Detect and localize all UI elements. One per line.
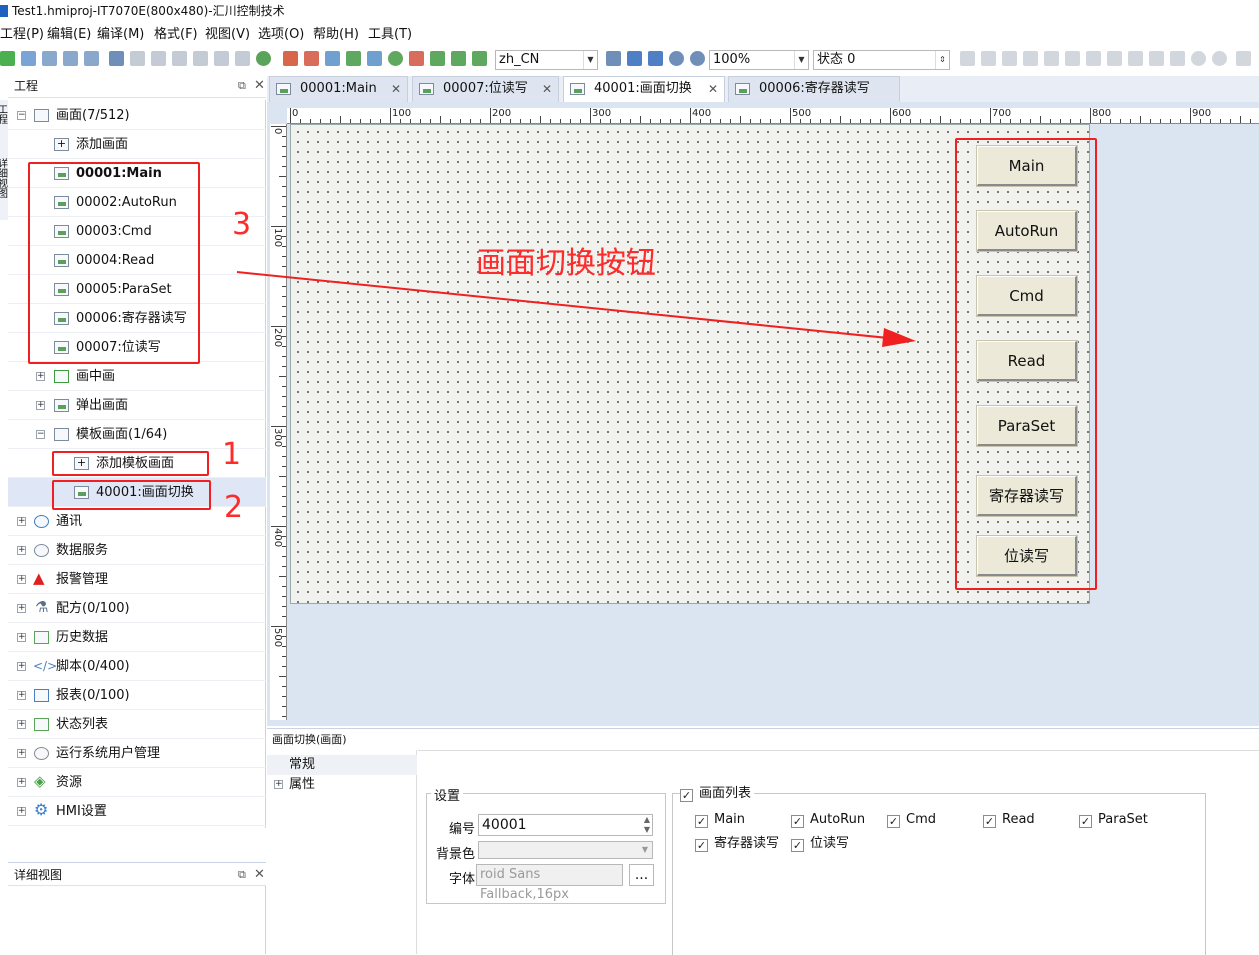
- screen-check-label: 位读写: [810, 836, 850, 851]
- settings-group-title: 设置: [431, 785, 464, 804]
- properties-body: 设置 编号 40001 ▲ ▼ 背景色 ▼ 字体 roid Sans Fallba…: [418, 750, 1259, 955]
- nav-label: 常规: [289, 757, 316, 772]
- checkbox-checked-icon[interactable]: ✓: [791, 839, 804, 852]
- nav-general[interactable]: 常规: [267, 755, 417, 775]
- screen-check-autorun[interactable]: ✓ AutoRun: [791, 812, 865, 828]
- spin-icon[interactable]: ▲ ▼: [644, 815, 650, 835]
- bg-color-field[interactable]: ▼: [478, 841, 653, 859]
- checkbox-checked-icon[interactable]: ✓: [680, 789, 693, 802]
- screen-check-paraset[interactable]: ✓ ParaSet: [1079, 812, 1148, 828]
- arrow-shaft: [236, 271, 899, 340]
- font-value: roid Sans Fallback,16px: [480, 867, 569, 902]
- screen-check-label: AutoRun: [810, 812, 866, 827]
- font-label: 字体: [449, 872, 476, 887]
- screen-check-label: Read: [1002, 812, 1035, 827]
- screen-list-toggle[interactable]: ✓ 画面列表: [680, 786, 755, 802]
- properties-header: 画面切换(画面): [267, 728, 1259, 750]
- screen-check-label: Cmd: [906, 812, 936, 827]
- checkbox-checked-icon[interactable]: ✓: [1079, 815, 1092, 828]
- screen-check-label: Main: [714, 812, 746, 827]
- chevron-down-icon[interactable]: ▼: [642, 842, 648, 858]
- id-label: 编号: [449, 822, 476, 837]
- arrow-head: [882, 328, 916, 347]
- screen-check-register-rw[interactable]: ✓ 寄存器读写: [695, 836, 779, 852]
- expand-icon[interactable]: +: [274, 780, 283, 789]
- screen-list-title: 画面列表: [699, 786, 752, 801]
- screen-check-read[interactable]: ✓ Read: [983, 812, 1035, 828]
- id-field[interactable]: 40001 ▲ ▼: [478, 814, 653, 836]
- checkbox-checked-icon[interactable]: ✓: [983, 815, 996, 828]
- properties-title: 画面切换(画面): [272, 733, 347, 746]
- nav-label: 属性: [289, 777, 316, 792]
- checkbox-checked-icon[interactable]: ✓: [791, 815, 804, 828]
- checkbox-checked-icon[interactable]: ✓: [695, 839, 708, 852]
- screen-check-bit-rw[interactable]: ✓ 位读写: [791, 836, 849, 852]
- bg-color-label: 背景色: [436, 847, 476, 862]
- screen-check-main[interactable]: ✓ Main: [695, 812, 745, 828]
- screen-check-cmd[interactable]: ✓ Cmd: [887, 812, 936, 828]
- checkbox-checked-icon[interactable]: ✓: [887, 815, 900, 828]
- checkbox-checked-icon[interactable]: ✓: [695, 815, 708, 828]
- id-value: 40001: [482, 817, 527, 833]
- font-field[interactable]: roid Sans Fallback,16px: [476, 864, 623, 902]
- properties-nav: 常规 + 属性: [267, 750, 417, 954]
- screen-check-label: 寄存器读写: [714, 836, 780, 851]
- font-browse-button[interactable]: ...: [629, 864, 654, 886]
- screen-check-label: ParaSet: [1098, 812, 1148, 827]
- nav-attributes[interactable]: + 属性: [267, 775, 417, 795]
